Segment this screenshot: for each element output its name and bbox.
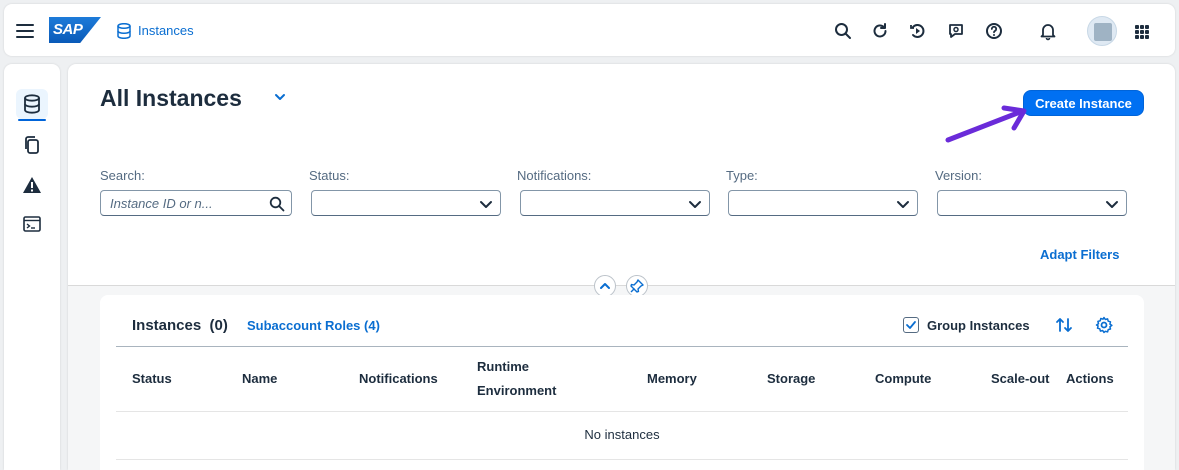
table-title: Instances (0) [132, 317, 228, 334]
column-status[interactable]: Status [132, 367, 172, 391]
table-bottom-border [116, 459, 1128, 460]
pin-header-button[interactable] [626, 275, 648, 297]
help-icon[interactable] [984, 21, 1004, 41]
nav-item-alerts[interactable] [16, 170, 48, 200]
group-instances-checkbox[interactable] [903, 317, 919, 333]
status-label: Status: [309, 168, 350, 183]
pin-icon [630, 279, 644, 293]
main-content: All Instances Create Instance Search: St… [68, 64, 1175, 470]
gear-icon[interactable] [1095, 316, 1113, 334]
search-input[interactable] [110, 196, 260, 211]
warning-icon [23, 177, 41, 193]
column-scale-out[interactable]: Scale-out [991, 367, 1050, 391]
column-notifications[interactable]: Notifications [359, 367, 438, 391]
column-memory[interactable]: Memory [647, 367, 697, 391]
menu-icon[interactable] [16, 24, 34, 38]
terminal-icon [23, 216, 41, 232]
whats-new-icon[interactable] [908, 21, 928, 41]
column-name[interactable]: Name [242, 367, 277, 391]
column-actions[interactable]: Actions [1066, 367, 1114, 391]
sap-logo[interactable]: SAP [49, 17, 101, 43]
header-divider [68, 285, 1175, 286]
app-title[interactable]: Instances [138, 23, 194, 38]
shell-bar: SAP Instances [4, 4, 1175, 56]
table-header-bottom-border [116, 411, 1128, 412]
chevron-down-icon[interactable] [273, 92, 287, 102]
search-icon[interactable] [833, 21, 853, 41]
logo-text: SAP [53, 21, 83, 38]
no-data-text: No instances [584, 427, 660, 442]
chevron-down-icon [480, 201, 492, 208]
copy-icon [25, 136, 39, 154]
feedback-icon[interactable] [946, 21, 966, 41]
chevron-up-icon [600, 283, 610, 289]
type-select[interactable] [728, 190, 918, 216]
check-icon [906, 321, 916, 329]
version-label: Version: [935, 168, 982, 183]
create-instance-button[interactable]: Create Instance [1023, 90, 1144, 116]
nav-item-instances[interactable] [16, 89, 48, 121]
avatar[interactable] [1087, 16, 1117, 46]
instances-table: Instances (0) Subaccount Roles (4) Group… [100, 295, 1144, 470]
column-runtime-line1: Runtime [477, 359, 529, 374]
collapse-header-button[interactable] [594, 275, 616, 297]
database-icon [24, 94, 40, 114]
chevron-down-icon [1106, 201, 1118, 208]
search-label: Search: [100, 168, 145, 183]
column-runtime-line2: Environment [477, 383, 557, 398]
notifications-label: Notifications: [517, 168, 592, 183]
page-title: All Instances [100, 85, 242, 111]
side-navigation [4, 64, 60, 470]
notifications-select[interactable] [520, 190, 710, 216]
column-runtime-environment[interactable]: Runtime Environment [477, 355, 556, 403]
type-label: Type: [726, 168, 758, 183]
product-switch-icon[interactable] [1135, 25, 1149, 39]
database-icon [117, 23, 131, 39]
version-select[interactable] [937, 190, 1127, 216]
column-compute[interactable]: Compute [875, 367, 931, 391]
refresh-icon[interactable] [870, 21, 890, 41]
chevron-down-icon [897, 201, 909, 208]
search-field[interactable] [100, 190, 292, 216]
search-icon[interactable] [269, 196, 285, 212]
subaccount-roles-link[interactable]: Subaccount Roles (4) [247, 318, 380, 333]
group-instances-label[interactable]: Group Instances [927, 318, 1030, 333]
adapt-filters-button[interactable]: Adapt Filters [1040, 247, 1119, 262]
table-header-top-border [116, 346, 1128, 347]
nav-item-console[interactable] [16, 209, 48, 239]
column-storage[interactable]: Storage [767, 367, 815, 391]
nav-item-copies[interactable] [16, 130, 48, 160]
status-select[interactable] [311, 190, 501, 216]
sort-icon[interactable] [1055, 316, 1073, 334]
chevron-down-icon [689, 201, 701, 208]
notifications-icon[interactable] [1038, 21, 1058, 41]
pointer-arrow [945, 105, 1027, 143]
